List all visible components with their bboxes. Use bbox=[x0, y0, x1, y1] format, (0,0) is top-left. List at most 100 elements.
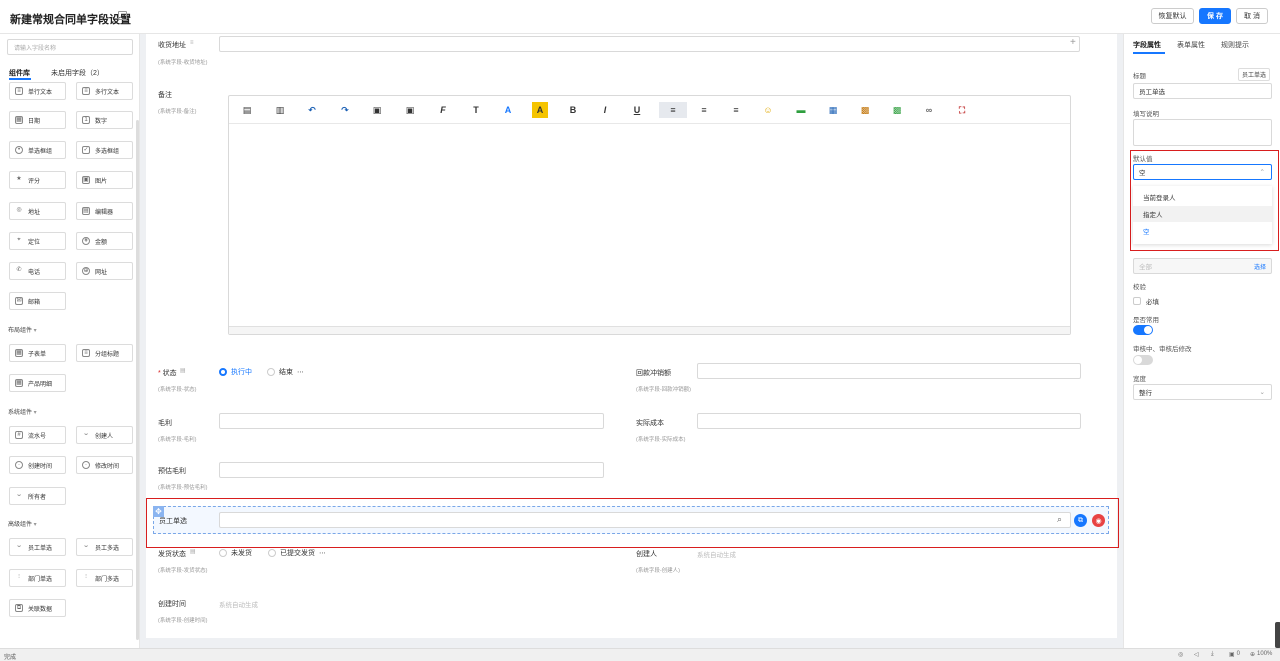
link-icon[interactable]: ∞ bbox=[921, 102, 937, 118]
tab-rule-tips[interactable]: 规则提示 bbox=[1221, 40, 1249, 50]
sound-icon[interactable]: ◁ bbox=[1194, 651, 1199, 658]
comp-date[interactable]: ▦ 日期 bbox=[9, 111, 66, 129]
comp-owner[interactable]: ᴗ 所有者 bbox=[9, 487, 66, 505]
comp-serial[interactable]: # 流水号 bbox=[9, 426, 66, 444]
audit-toggle[interactable] bbox=[1133, 355, 1153, 365]
layout-icon[interactable] bbox=[118, 11, 127, 20]
required-checkbox[interactable]: 必填 bbox=[1133, 296, 1159, 306]
paste-icon[interactable]: ▣ bbox=[369, 102, 385, 118]
comp-dept-single[interactable]: ⫶ 部门单选 bbox=[9, 569, 66, 587]
drag-handle-icon[interactable]: ≡ bbox=[190, 40, 194, 46]
tab-component-library[interactable]: 组件库 bbox=[9, 68, 30, 78]
save-button[interactable]: 保 存 bbox=[1199, 8, 1231, 24]
comp-product-detail[interactable]: ▦ 产品明细 bbox=[9, 374, 66, 392]
comp-create-time[interactable]: · 创建时间 bbox=[9, 456, 66, 474]
comp-dept-multi[interactable]: ⫶ 部门多选 bbox=[76, 569, 133, 587]
comp-phone[interactable]: ✆ 电话 bbox=[9, 262, 66, 280]
copy-icon[interactable]: ⧉ bbox=[1074, 514, 1087, 527]
tab-unused-fields[interactable]: 未启用字段（2） bbox=[51, 68, 104, 78]
address-input[interactable] bbox=[219, 36, 1080, 52]
width-select[interactable]: 整行 ⌄ bbox=[1133, 384, 1272, 400]
bg-color-icon[interactable]: A bbox=[532, 102, 548, 118]
group-label-layout[interactable]: 布局组件 bbox=[8, 325, 37, 334]
component-search-input[interactable]: 请输入字段名称 bbox=[7, 39, 133, 55]
gross-input[interactable] bbox=[219, 413, 604, 429]
comp-single-text[interactable]: ≡ 单行文本 bbox=[9, 82, 66, 100]
font-family-icon[interactable]: F bbox=[435, 102, 451, 118]
radio-executing[interactable]: 执行中 bbox=[219, 367, 252, 377]
table-icon[interactable]: ▦ bbox=[825, 102, 841, 118]
title-input[interactable]: 员工单选 bbox=[1133, 83, 1272, 99]
zoom-control[interactable]: ⊕ 100% bbox=[1250, 651, 1272, 658]
preview-icon[interactable]: ▥ bbox=[272, 102, 288, 118]
search-icon[interactable]: ⌕ bbox=[1057, 514, 1062, 525]
employee-select-input[interactable] bbox=[219, 512, 1071, 528]
comp-address[interactable]: ◎ 地址 bbox=[9, 202, 66, 220]
comp-location[interactable]: ⌖ 定位 bbox=[9, 232, 66, 250]
comp-image[interactable]: ▣ 图片 bbox=[76, 171, 133, 189]
common-toggle[interactable] bbox=[1133, 325, 1153, 335]
comp-subform[interactable]: ▦ 子表单 bbox=[9, 344, 66, 362]
tab-form-properties[interactable]: 表单属性 bbox=[1177, 40, 1205, 50]
comp-url[interactable]: ⊕ 网址 bbox=[76, 262, 133, 280]
left-scrollbar[interactable] bbox=[136, 120, 139, 640]
comp-rating[interactable]: ★ 评分 bbox=[9, 171, 66, 189]
bold-icon[interactable]: B bbox=[565, 102, 581, 118]
italic-icon[interactable]: I bbox=[597, 102, 613, 118]
range-select[interactable]: 全部 选择 bbox=[1133, 258, 1272, 274]
hide-icon[interactable]: ◉ bbox=[1092, 514, 1105, 527]
font-size-icon[interactable]: T bbox=[468, 102, 484, 118]
refund-input[interactable] bbox=[697, 363, 1081, 379]
source-icon[interactable]: ▤ bbox=[239, 102, 255, 118]
badge-count[interactable]: ▣ 0 bbox=[1229, 651, 1240, 658]
radio-finished[interactable]: 结束 ⋯ bbox=[267, 367, 304, 377]
comp-multi-text[interactable]: ≡ 多行文本 bbox=[76, 82, 133, 100]
underline-icon[interactable]: U bbox=[629, 102, 645, 118]
horizontal-rule-icon[interactable]: ▬ bbox=[793, 102, 809, 118]
more-icon[interactable]: ⋯ bbox=[297, 368, 304, 376]
actual-cost-input[interactable] bbox=[697, 413, 1081, 429]
comp-email[interactable]: ✉ 邮箱 bbox=[9, 292, 66, 310]
align-center-icon[interactable]: ≡ bbox=[696, 102, 712, 118]
cancel-button[interactable]: 取 消 bbox=[1236, 8, 1268, 24]
paste-text-icon[interactable]: ▣ bbox=[402, 102, 418, 118]
more-icon[interactable]: ⋯ bbox=[319, 549, 326, 557]
option-specified-user[interactable]: 指定人 bbox=[1133, 206, 1272, 222]
rich-text-editor[interactable]: ▤ ▥ ↶ ↷ ▣ ▣ F T A A B I U ≡ ≡ ≡ ☺ ▬ ▦ ▩ … bbox=[228, 95, 1071, 335]
radio-shipped[interactable]: 已提交发货 ⋯ bbox=[268, 548, 326, 558]
comp-editor[interactable]: ▤ 编辑器 bbox=[76, 202, 133, 220]
media-icon[interactable]: ▩ bbox=[889, 102, 905, 118]
comp-checkbox-group[interactable]: ✓ 多选框组 bbox=[76, 141, 133, 159]
group-label-system[interactable]: 系统组件 bbox=[8, 407, 37, 416]
shield-icon[interactable]: ◎ bbox=[1178, 651, 1183, 658]
comp-employee-multi[interactable]: ᴗ 员工多选 bbox=[76, 538, 133, 556]
drag-handle-icon[interactable]: ▤ bbox=[180, 367, 186, 374]
fullscreen-icon[interactable]: ⛶ bbox=[954, 102, 970, 118]
option-empty[interactable]: 空 bbox=[1133, 223, 1272, 239]
est-gross-input[interactable] bbox=[219, 462, 604, 478]
download-icon[interactable]: ⤓ bbox=[1211, 651, 1214, 658]
radio-not-shipped[interactable]: 未发货 bbox=[219, 548, 252, 558]
option-current-user[interactable]: 当前登录人 bbox=[1133, 189, 1272, 205]
description-textarea[interactable] bbox=[1133, 119, 1272, 146]
font-color-icon[interactable]: A bbox=[500, 102, 516, 118]
image-insert-icon[interactable]: ▩ bbox=[857, 102, 873, 118]
restore-default-button[interactable]: 恢复默认 bbox=[1151, 8, 1194, 24]
comp-creator[interactable]: ᴗ 创建人 bbox=[76, 426, 133, 444]
side-handle[interactable] bbox=[1275, 622, 1280, 648]
comp-related-data[interactable]: ⧉ 关联数据 bbox=[9, 599, 66, 617]
comp-group-title[interactable]: ≡ 分组标题 bbox=[76, 344, 133, 362]
default-value-select[interactable]: 空 ⌃ bbox=[1133, 164, 1272, 180]
comp-number[interactable]: 1 数字 bbox=[76, 111, 133, 129]
comp-amount[interactable]: ¥ 金额 bbox=[76, 232, 133, 250]
add-icon[interactable]: + bbox=[1070, 37, 1076, 48]
tab-field-properties[interactable]: 字段属性 bbox=[1133, 40, 1161, 50]
comp-modify-time[interactable]: · 修改时间 bbox=[76, 456, 133, 474]
group-label-advanced[interactable]: 高级组件 bbox=[8, 519, 37, 528]
align-left-icon[interactable]: ≡ bbox=[659, 102, 687, 118]
comp-employee-single[interactable]: ᴗ 员工单选 bbox=[9, 538, 66, 556]
align-right-icon[interactable]: ≡ bbox=[728, 102, 744, 118]
emoji-icon[interactable]: ☺ bbox=[760, 102, 776, 118]
drag-handle-icon[interactable]: ▤ bbox=[190, 548, 196, 555]
redo-icon[interactable]: ↷ bbox=[337, 102, 353, 118]
